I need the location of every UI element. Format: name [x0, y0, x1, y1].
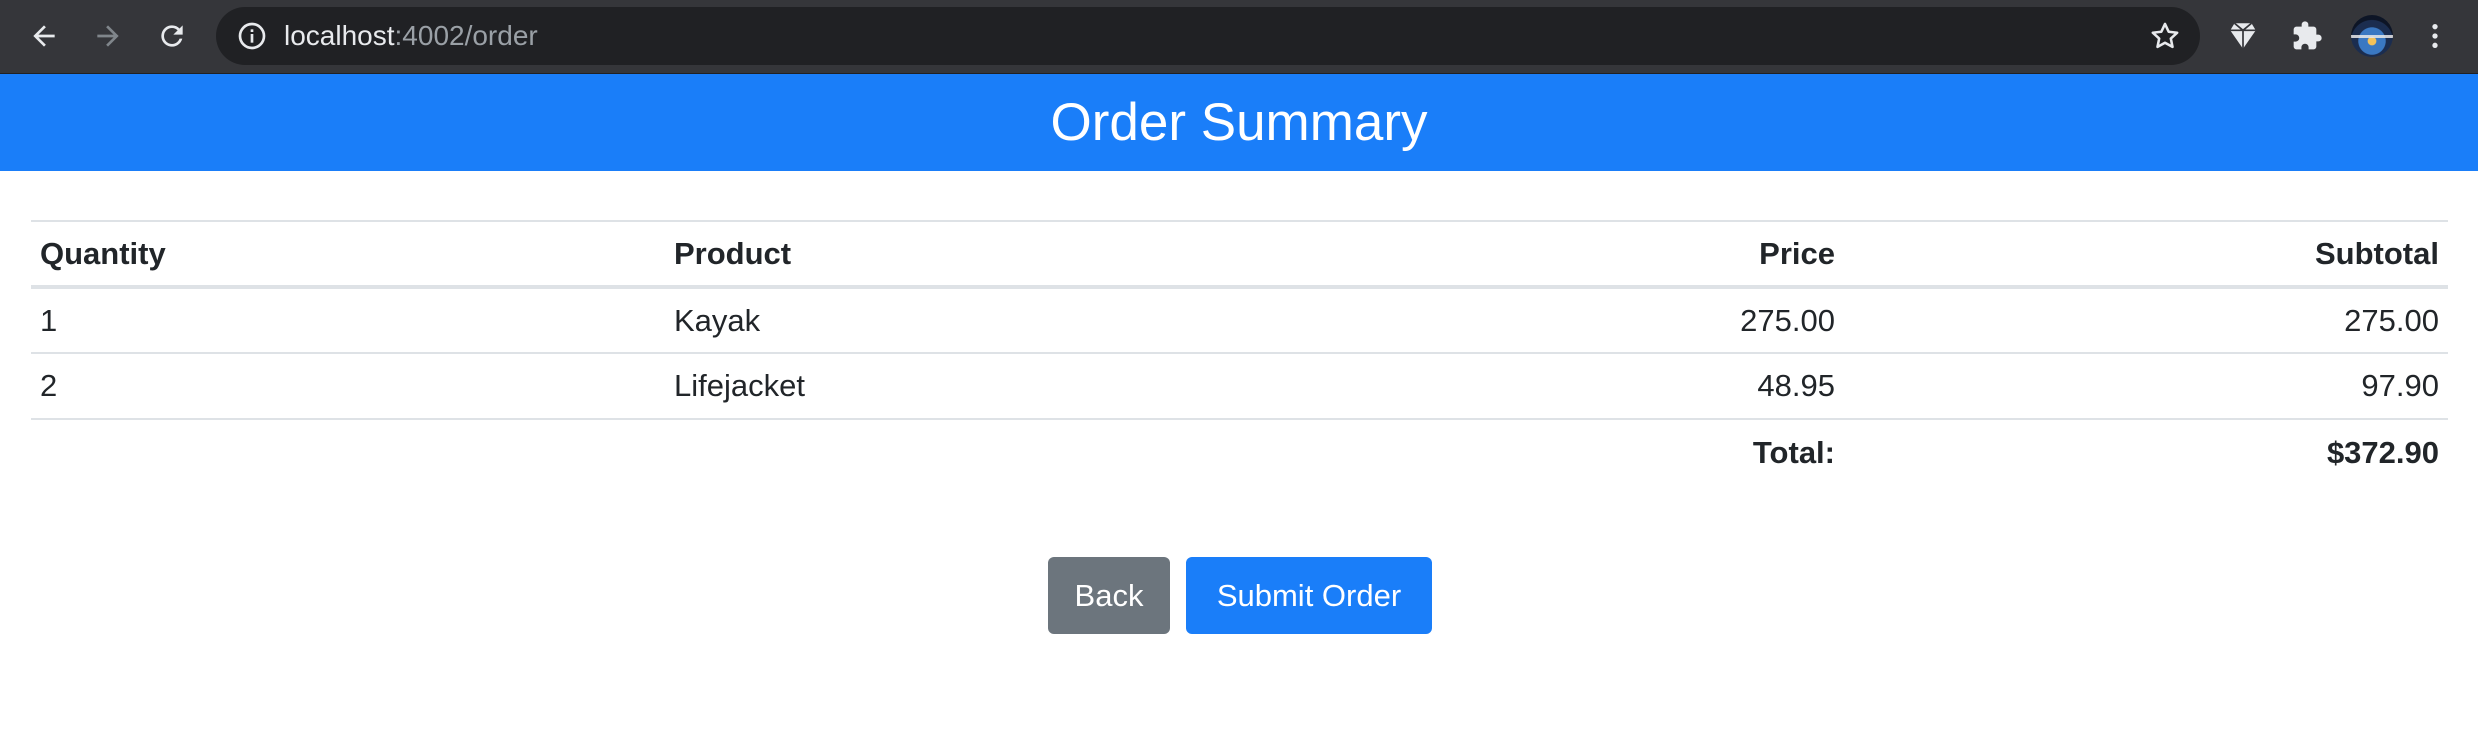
forward-arrow-icon[interactable]: [84, 12, 132, 60]
brave-shield-icon[interactable]: [2223, 16, 2263, 56]
address-bar[interactable]: localhost:4002/order: [216, 7, 2200, 65]
cell-quantity: 2: [31, 352, 665, 419]
total-spacer: [665, 418, 1299, 485]
page-title: Order Summary: [1050, 93, 1428, 152]
cell-subtotal: 275.00: [1844, 286, 2448, 353]
puzzle-extension-icon[interactable]: [2287, 16, 2327, 56]
order-table: Quantity Product Price Subtotal 1 Kayak …: [31, 220, 2448, 485]
kebab-menu-icon[interactable]: [2415, 16, 2455, 56]
cell-price: 48.95: [1299, 352, 1844, 419]
browser-toolbar: localhost:4002/order: [0, 0, 2478, 74]
cell-product: Kayak: [665, 286, 1299, 353]
cell-price: 275.00: [1299, 286, 1844, 353]
header-quantity: Quantity: [31, 220, 665, 289]
url-text[interactable]: localhost:4002/order: [284, 7, 538, 65]
cell-product: Lifejacket: [665, 352, 1299, 419]
total-spacer: [31, 418, 665, 485]
header-subtotal: Subtotal: [1844, 220, 2448, 289]
reload-icon[interactable]: [148, 12, 196, 60]
back-button[interactable]: Back: [1048, 557, 1170, 634]
url-host: localhost: [284, 20, 395, 51]
page-header: Order Summary: [0, 74, 2478, 171]
header-price: Price: [1299, 220, 1844, 289]
table-row: 2 Lifejacket 48.95 97.90: [31, 352, 2448, 419]
back-arrow-icon[interactable]: [20, 12, 68, 60]
avatar[interactable]: [2351, 15, 2393, 57]
total-label: Total:: [1299, 418, 1844, 485]
star-icon[interactable]: [2148, 19, 2182, 53]
table-header-row: Quantity Product Price Subtotal: [31, 220, 2448, 289]
url-path: :4002/order: [394, 20, 538, 51]
cell-subtotal: 97.90: [1844, 352, 2448, 419]
total-row: Total: $372.90: [31, 418, 2448, 485]
header-product: Product: [665, 220, 1299, 289]
info-icon[interactable]: [236, 20, 268, 52]
cell-quantity: 1: [31, 286, 665, 353]
total-value: $372.90: [1844, 418, 2448, 485]
submit-order-button[interactable]: Submit Order: [1186, 557, 1432, 634]
table-row: 1 Kayak 275.00 275.00: [31, 286, 2448, 353]
